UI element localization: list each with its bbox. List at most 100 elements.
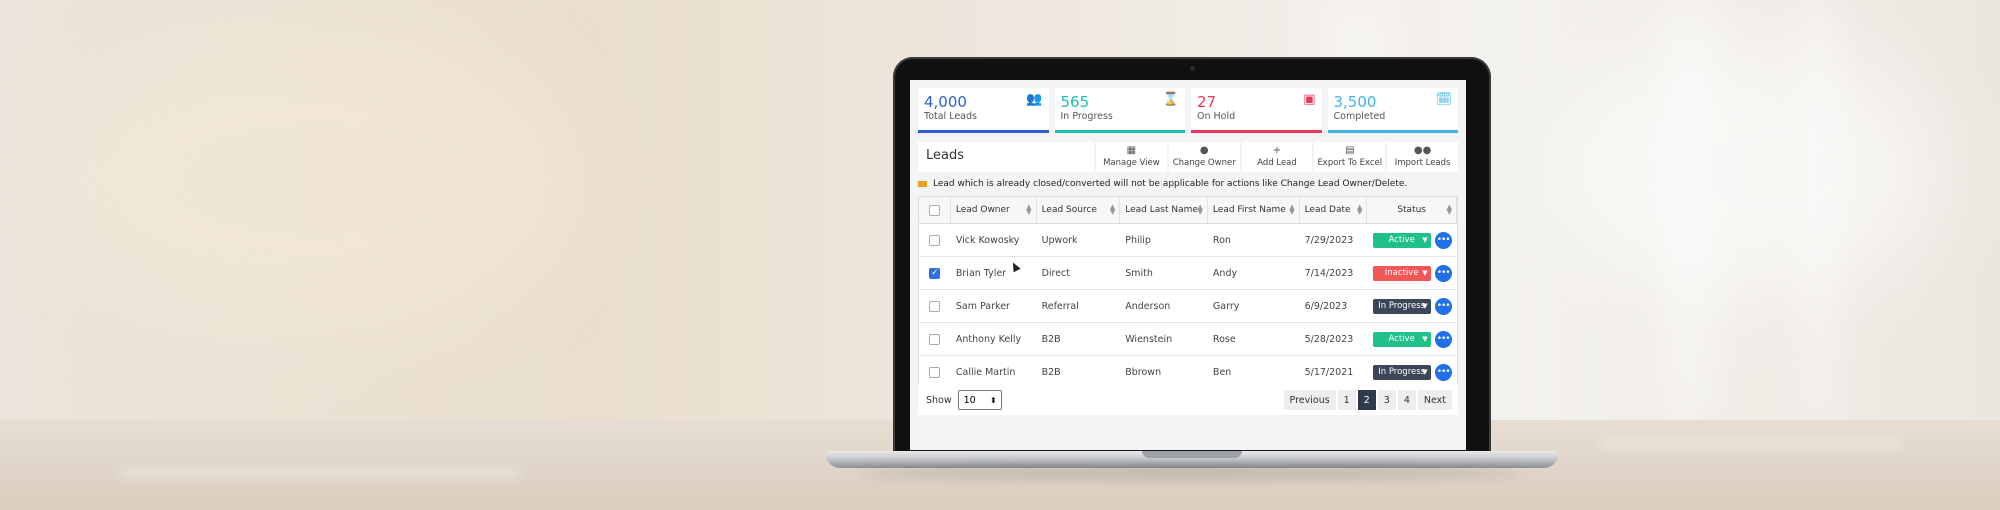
row-select-cell: ✓ <box>919 257 951 289</box>
page-button-3[interactable]: 3 <box>1377 390 1396 410</box>
cell-lead-last-name: Wienstein <box>1125 333 1173 345</box>
import-leads-button[interactable]: ●● Import Leads <box>1387 142 1458 172</box>
cell-lead-owner: Brian Tyler <box>955 267 1007 279</box>
cell-lead-source: Referral <box>1041 300 1079 312</box>
cell-lead-date: 6/9/2023 <box>1304 300 1348 312</box>
laptop-shadow <box>860 468 1520 478</box>
row-checkbox[interactable] <box>929 366 941 378</box>
stat-card-completed[interactable]: 3,500 Completed 🗓 <box>1327 88 1458 133</box>
person-icon: ● <box>1199 145 1209 156</box>
sort-icon[interactable]: ▲ ▼ <box>1289 204 1294 216</box>
cell-status: In Progress ▼ ••• <box>1367 290 1457 322</box>
table-row[interactable]: ✓ Brian Tyler Direct Smith Andy 7/14/2023 Inac… <box>919 257 1457 290</box>
stat-label: In Progress <box>1060 111 1113 122</box>
status-dropdown[interactable]: Active ▼ <box>1372 331 1431 347</box>
hourglass-icon: ⌛ <box>1162 92 1179 107</box>
cell-lead-date: 7/29/2023 <box>1304 234 1354 246</box>
tool-label: Add Lead <box>1257 158 1297 168</box>
status-dropdown[interactable]: In Progress ▼ <box>1372 364 1431 380</box>
table-row[interactable]: Anthony Kelly B2B Wienstein Rose 5/28/2023 Ac… <box>919 323 1457 356</box>
sort-icon[interactable]: ▲ ▼ <box>1026 204 1031 216</box>
cell-lead-owner: Callie Martin <box>955 366 1016 378</box>
cell-status: Active ▼ ••• <box>1367 323 1457 355</box>
users-icon: 👥 <box>1026 92 1043 107</box>
cell-lead-last-name: Anderson <box>1125 300 1171 312</box>
status-dropdown[interactable]: Active ▼ <box>1372 232 1431 248</box>
status-dropdown[interactable]: Inactive ▼ <box>1372 265 1431 281</box>
column-header-lead-date[interactable]: Lead Date ▲ ▼ <box>1300 197 1368 223</box>
column-header-lead-source[interactable]: Lead Source ▲ ▼ <box>1037 197 1121 223</box>
column-header-lead-last-name[interactable]: Lead Last Name ▲ ▼ <box>1120 197 1208 223</box>
status-dropdown[interactable]: In Progress ▼ <box>1372 298 1431 314</box>
stats-row: 4,000 Total Leads 👥 565 In Progress ⌛ 27… <box>918 88 1458 133</box>
stat-value: 4,000 <box>924 93 967 111</box>
chevron-down-icon: ▼ <box>1422 368 1428 376</box>
chevron-updown-icon: ⬍ <box>989 395 997 405</box>
page-size-select[interactable]: 10 ⬍ <box>957 390 1002 410</box>
cell-lead-last-name: Bbrown <box>1125 366 1162 378</box>
more-options-icon[interactable]: ••• <box>1434 363 1452 381</box>
sort-icon[interactable]: ▲ ▼ <box>1110 204 1115 216</box>
sort-icon[interactable]: ▲ ▼ <box>1447 204 1452 216</box>
cell-lead-date: 5/28/2023 <box>1304 333 1354 345</box>
stat-value: 3,500 <box>1333 93 1377 111</box>
sort-icon[interactable]: ▲ ▼ <box>1198 204 1203 216</box>
calendar-check-icon: 🗓 <box>1435 92 1452 107</box>
show-label: Show <box>926 394 952 406</box>
cell-lead-owner: Sam Parker <box>955 300 1010 312</box>
row-checkbox[interactable] <box>929 300 941 312</box>
row-checkbox[interactable]: ✓ <box>929 267 941 279</box>
cell-lead-first-name: Ben <box>1212 366 1232 378</box>
more-options-icon[interactable]: ••• <box>1434 231 1452 249</box>
stat-card-total-leads[interactable]: 4,000 Total Leads 👥 <box>918 88 1049 133</box>
stat-card-in-progress[interactable]: 565 In Progress ⌛ <box>1054 88 1185 133</box>
leads-toolbar: Leads ▦ Manage View ● Change Owner + Add… <box>918 142 1458 172</box>
add-lead-button[interactable]: + Add Lead <box>1241 142 1313 172</box>
row-select-cell <box>919 356 951 388</box>
cell-lead-first-name: Ron <box>1212 234 1231 246</box>
more-options-icon[interactable]: ••• <box>1434 264 1452 282</box>
export-to-excel-button[interactable]: ▤ Export To Excel <box>1314 142 1386 172</box>
next-page-button[interactable]: Next <box>1417 390 1452 410</box>
table-icon: ▦ <box>1126 145 1137 156</box>
notice-banner: Lead which is already closed/converted w… <box>918 177 1458 191</box>
cell-lead-owner: Anthony Kelly <box>955 333 1022 345</box>
stat-value: 565 <box>1060 93 1090 111</box>
column-header-lead-owner[interactable]: Lead Owner ▲ ▼ <box>951 197 1037 223</box>
column-header-status[interactable]: Status ▲ ▼ <box>1367 197 1457 223</box>
row-checkbox[interactable] <box>929 333 941 345</box>
cell-lead-owner: Vick Kowosky <box>955 234 1020 246</box>
pause-document-icon: ▣ <box>1303 92 1316 107</box>
leads-table: Lead Owner ▲ ▼ Lead Source ▲ ▼ Lead Last Nam… <box>918 196 1458 390</box>
cell-lead-first-name: Garry <box>1212 300 1240 312</box>
page-title: Leads <box>918 142 1094 172</box>
more-options-icon[interactable]: ••• <box>1434 330 1452 348</box>
row-checkbox[interactable] <box>929 234 941 246</box>
page-button-2[interactable]: 2 <box>1357 390 1376 410</box>
stat-label: On Hold <box>1197 111 1236 122</box>
cell-lead-last-name: Smith <box>1125 267 1153 279</box>
manage-view-button[interactable]: ▦ Manage View <box>1096 142 1167 172</box>
table-footer: Show 10 ⬍ Previous 1 2 3 4 Next <box>918 385 1458 415</box>
table-row[interactable]: Sam Parker Referral Anderson Garry 6/9/2023 I… <box>919 290 1457 323</box>
more-options-icon[interactable]: ••• <box>1434 297 1452 315</box>
select-all-checkbox[interactable] <box>928 204 940 216</box>
cell-lead-source: B2B <box>1041 366 1061 378</box>
flag-icon <box>918 181 927 187</box>
stat-bar <box>1054 130 1185 133</box>
chevron-down-icon: ▼ <box>1422 302 1428 310</box>
page-button-4[interactable]: 4 <box>1397 390 1416 410</box>
stat-card-on-hold[interactable]: 27 On Hold ▣ <box>1191 88 1322 133</box>
chevron-down-icon: ▼ <box>1422 236 1428 244</box>
previous-page-button[interactable]: Previous <box>1283 390 1336 410</box>
change-owner-button[interactable]: ● Change Owner <box>1168 142 1240 172</box>
camera-icon <box>1190 66 1195 71</box>
stat-label: Completed <box>1333 111 1386 122</box>
table-row[interactable]: Vick Kowosky Upwork Philip Ron 7/29/2023 Acti… <box>919 224 1457 257</box>
cell-status: Active ▼ ••• <box>1367 224 1457 256</box>
chevron-down-icon: ▼ <box>1422 269 1428 277</box>
tool-label: Manage View <box>1103 158 1160 168</box>
column-header-lead-first-name[interactable]: Lead First Name ▲ ▼ <box>1208 197 1300 223</box>
sort-icon[interactable]: ▲ ▼ <box>1357 204 1362 216</box>
page-button-1[interactable]: 1 <box>1337 390 1356 410</box>
